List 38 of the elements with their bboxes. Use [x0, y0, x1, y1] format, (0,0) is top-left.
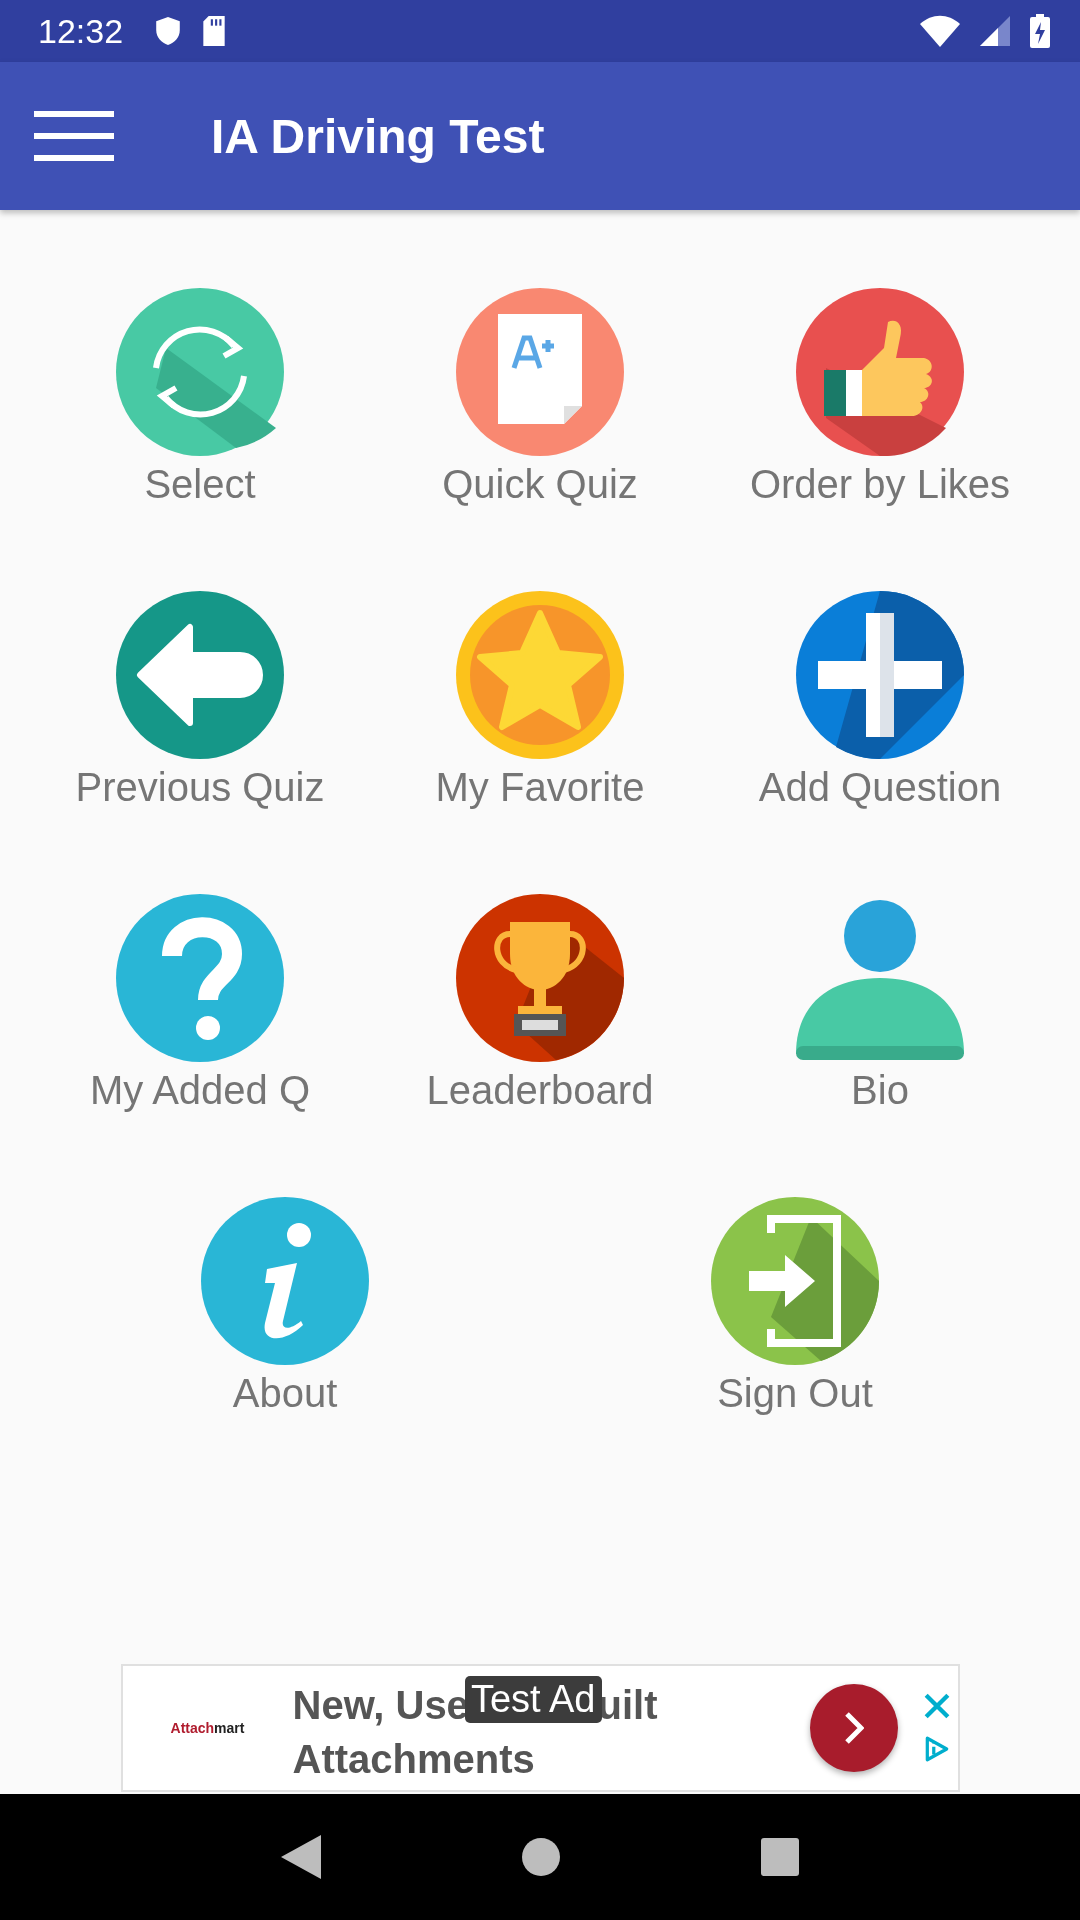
adchoices-icon[interactable] [923, 1735, 950, 1763]
advertiser-logo: Attachmart [169, 1720, 246, 1736]
ad-banner[interactable]: Attachmart New, UseTest Ad uilt Attachments [120, 1664, 960, 1792]
menu-item-label[interactable]: My Added Q [89, 1068, 311, 1113]
exit-icon[interactable] [711, 1197, 879, 1365]
menu-icon[interactable] [34, 111, 114, 161]
close-icon[interactable] [923, 1693, 950, 1719]
signal-icon [980, 16, 1010, 46]
menu-item-label[interactable]: Previous Quiz [75, 765, 325, 810]
chevron-icon [843, 1711, 864, 1745]
recents-icon[interactable] [761, 1838, 800, 1876]
menu-item-label[interactable]: Sign Out [717, 1371, 873, 1416]
trophy-icon[interactable] [456, 894, 624, 1062]
battery-icon [1030, 14, 1050, 48]
plus-icon[interactable] [796, 591, 964, 759]
clock: 12:32 [38, 11, 124, 51]
menu-item-label[interactable]: Select [144, 462, 256, 507]
sd-card-icon [201, 15, 228, 47]
back-icon[interactable] [280, 1835, 321, 1879]
home-icon[interactable] [522, 1838, 560, 1876]
app-title: IA Driving Test [211, 108, 545, 164]
menu-item-label[interactable]: Add Question [758, 765, 1002, 810]
shield-icon [155, 16, 182, 46]
info-icon[interactable] [201, 1197, 369, 1365]
test-ad-badge: Test Ad [464, 1675, 602, 1723]
ad-headline: Attachments [292, 1736, 536, 1783]
menu-item-label[interactable]: Quick Quiz [442, 462, 638, 507]
menu-item-label[interactable]: About [232, 1371, 338, 1416]
thumb-icon[interactable] [796, 288, 964, 456]
menu-item-label[interactable]: Bio [851, 1068, 909, 1113]
menu-item-label[interactable]: Leaderboard [426, 1068, 654, 1113]
sync-icon[interactable] [116, 288, 284, 456]
ad-open-button[interactable] [809, 1684, 898, 1772]
menu-item-label[interactable]: Order by Likes [749, 462, 1011, 507]
question-icon[interactable] [116, 894, 284, 1062]
grade-icon[interactable] [456, 288, 624, 456]
menu-item-label[interactable]: My Favorite [435, 765, 645, 810]
wifi-icon [920, 15, 960, 47]
